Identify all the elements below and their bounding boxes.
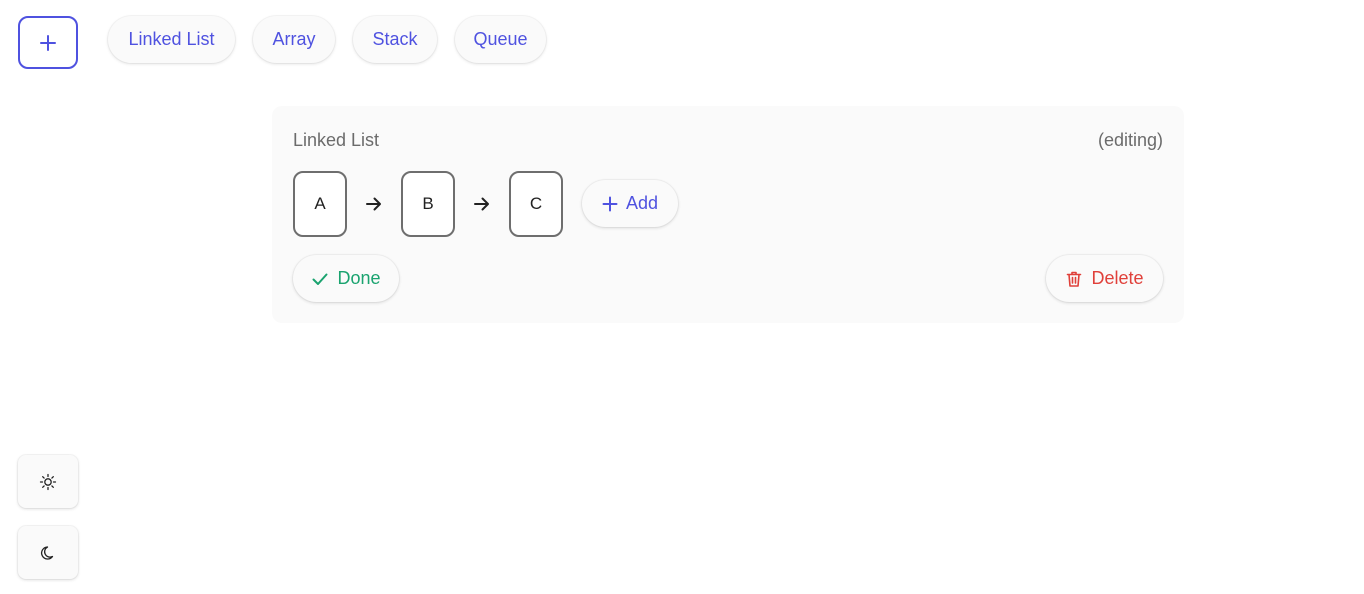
- app-root: Linked List Array Stack Queue Linked Lis…: [0, 0, 1364, 594]
- panel-title: Linked List: [293, 130, 380, 150]
- editing-status: (editing): [1097, 130, 1163, 150]
- chip-label: Array: [272, 29, 316, 49]
- chip-stack[interactable]: Stack: [353, 16, 437, 63]
- done-label: Done: [337, 268, 381, 288]
- arrow-right-icon: [472, 194, 492, 214]
- chip-label: Stack: [372, 29, 418, 49]
- node-label: C: [529, 194, 543, 213]
- delete-button[interactable]: Delete: [1046, 255, 1163, 302]
- chip-label: Queue: [473, 29, 528, 49]
- chip-linked-list[interactable]: Linked List: [108, 16, 235, 63]
- dark-theme-button[interactable]: [18, 526, 78, 579]
- light-theme-button[interactable]: [18, 455, 78, 508]
- structure-panel: Linked List (editing) A B C Add Done Del…: [272, 106, 1184, 323]
- add-node-button[interactable]: Add: [582, 180, 678, 227]
- add-structure-button[interactable]: [18, 16, 78, 69]
- check-icon: [311, 270, 329, 288]
- arrow-right-icon: [364, 194, 384, 214]
- trash-icon: [1065, 270, 1083, 288]
- chip-queue[interactable]: Queue: [455, 16, 546, 63]
- node-label: B: [422, 194, 434, 213]
- add-node-label: Add: [625, 193, 659, 213]
- moon-icon: [41, 545, 54, 560]
- list-node[interactable]: B: [401, 171, 455, 237]
- chip-array[interactable]: Array: [253, 16, 335, 63]
- plus-icon: [602, 196, 618, 212]
- list-node[interactable]: A: [293, 171, 347, 237]
- done-button[interactable]: Done: [293, 255, 399, 302]
- chip-label: Linked List: [128, 29, 215, 49]
- sun-icon: [39, 473, 57, 490]
- node-label: A: [314, 194, 326, 213]
- plus-icon: [40, 34, 56, 51]
- list-node[interactable]: C: [509, 171, 563, 237]
- delete-label: Delete: [1091, 268, 1144, 288]
